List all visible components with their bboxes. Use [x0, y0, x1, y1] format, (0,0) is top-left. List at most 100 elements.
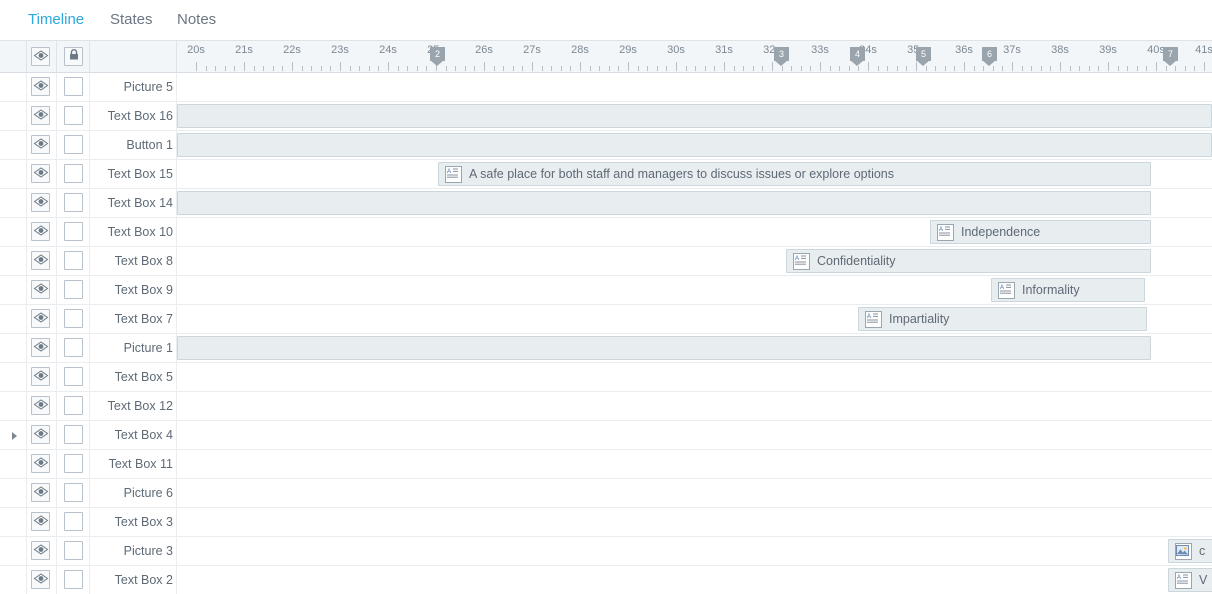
timeline-row[interactable]: Text Box 2AV [0, 566, 1212, 594]
row-lock-button[interactable] [64, 164, 83, 183]
row-track[interactable] [177, 363, 1212, 391]
timeline-row[interactable]: Text Box 5 [0, 363, 1212, 392]
timeline-row[interactable]: Text Box 8 A Confidentiality [0, 247, 1212, 276]
row-track[interactable]: A Confidentiality [177, 247, 1212, 275]
row-visibility-button[interactable] [31, 106, 50, 125]
row-visibility-button[interactable] [31, 164, 50, 183]
timeline-marker[interactable]: 7 [1163, 47, 1178, 66]
row-visibility-button[interactable] [31, 512, 50, 531]
row-visibility-button[interactable] [31, 570, 50, 589]
timeline-row[interactable]: Picture 3 c [0, 537, 1212, 566]
timeline-row[interactable]: Button 1 [0, 131, 1212, 160]
row-visibility-button[interactable] [31, 77, 50, 96]
ruler-label: 38s [1051, 44, 1069, 56]
timeline-bar[interactable]: AV [1168, 568, 1212, 592]
timeline-bar[interactable]: A A safe place for both staff and manager… [438, 162, 1151, 186]
row-track[interactable] [177, 392, 1212, 420]
timeline-bar[interactable]: c [1168, 539, 1212, 563]
row-lock-button[interactable] [64, 280, 83, 299]
row-track[interactable] [177, 421, 1212, 449]
row-lock-button[interactable] [64, 483, 83, 502]
row-visibility-button[interactable] [31, 222, 50, 241]
timeline-row[interactable]: Text Box 9 A Informality [0, 276, 1212, 305]
row-lock-button[interactable] [64, 309, 83, 328]
timeline-row[interactable]: Picture 1 [0, 334, 1212, 363]
row-lock-button[interactable] [64, 77, 83, 96]
row-track[interactable] [177, 479, 1212, 507]
row-visibility-button[interactable] [31, 367, 50, 386]
time-ruler[interactable]: 20s21s22s23s24s25s26s27s28s29s30s31s32s3… [177, 41, 1212, 73]
row-visibility-button[interactable] [31, 483, 50, 502]
row-visibility-button[interactable] [31, 425, 50, 444]
tab-states[interactable]: States [110, 0, 153, 40]
row-lock-button[interactable] [64, 222, 83, 241]
row-track[interactable]: A Impartiality [177, 305, 1212, 333]
row-track[interactable] [177, 131, 1212, 159]
row-lock-button[interactable] [64, 570, 83, 589]
row-track[interactable] [177, 73, 1212, 101]
tab-notes[interactable]: Notes [177, 0, 216, 40]
row-visibility-button[interactable] [31, 280, 50, 299]
row-lock-button[interactable] [64, 193, 83, 212]
row-lock-button[interactable] [64, 512, 83, 531]
row-visibility-button[interactable] [31, 541, 50, 560]
tab-timeline[interactable]: Timeline [28, 0, 84, 40]
ruler-label: 41s [1195, 44, 1212, 56]
timeline-row[interactable]: Picture 6 [0, 479, 1212, 508]
row-track[interactable] [177, 508, 1212, 536]
row-lock-button[interactable] [64, 135, 83, 154]
timeline-row[interactable]: Text Box 16 [0, 102, 1212, 131]
row-lock-button[interactable] [64, 106, 83, 125]
row-track[interactable] [177, 189, 1212, 217]
row-track[interactable]: A Informality [177, 276, 1212, 304]
timeline-row[interactable]: Text Box 7 A Impartiality [0, 305, 1212, 334]
toggle-all-lock-button[interactable] [64, 47, 83, 66]
row-visibility-button[interactable] [31, 193, 50, 212]
timeline-marker[interactable]: 4 [850, 47, 865, 66]
chevron-right-icon[interactable] [12, 432, 17, 440]
row-expand-cell [0, 392, 27, 420]
row-track[interactable] [177, 334, 1212, 362]
row-lock-button[interactable] [64, 454, 83, 473]
timeline-marker[interactable]: 5 [916, 47, 931, 66]
timeline-row[interactable]: Text Box 12 [0, 392, 1212, 421]
timeline-bar[interactable]: A Confidentiality [786, 249, 1151, 273]
timeline-bar[interactable] [177, 336, 1151, 360]
row-track[interactable]: A Independence [177, 218, 1212, 246]
row-visibility-button[interactable] [31, 309, 50, 328]
row-lock-button[interactable] [64, 367, 83, 386]
row-lock-button[interactable] [64, 396, 83, 415]
row-visibility-button[interactable] [31, 251, 50, 270]
row-visibility-button[interactable] [31, 135, 50, 154]
row-track[interactable]: A A safe place for both staff and manager… [177, 160, 1212, 188]
toggle-all-visibility-button[interactable] [31, 47, 50, 66]
timeline-bar[interactable] [177, 104, 1212, 128]
timeline-row[interactable]: Text Box 4 [0, 421, 1212, 450]
timeline-marker[interactable]: 3 [774, 47, 789, 66]
timeline-bar[interactable]: A Independence [930, 220, 1151, 244]
row-lock-button[interactable] [64, 251, 83, 270]
row-visibility-button[interactable] [31, 454, 50, 473]
timeline-row[interactable]: Text Box 3 [0, 508, 1212, 537]
row-visibility-button[interactable] [31, 396, 50, 415]
timeline-marker[interactable]: 6 [982, 47, 997, 66]
row-lock-button[interactable] [64, 425, 83, 444]
timeline-bar[interactable]: A Impartiality [858, 307, 1147, 331]
row-track[interactable] [177, 102, 1212, 130]
row-expand-cell[interactable] [0, 421, 27, 449]
timeline-row[interactable]: Text Box 15 A A safe place for both staff … [0, 160, 1212, 189]
row-track[interactable]: c [177, 537, 1212, 565]
row-track[interactable]: AV [177, 566, 1212, 594]
timeline-row[interactable]: Picture 5 [0, 73, 1212, 102]
timeline-row[interactable]: Text Box 14 [0, 189, 1212, 218]
timeline-bar[interactable]: A Informality [991, 278, 1145, 302]
row-visibility-button[interactable] [31, 338, 50, 357]
timeline-marker[interactable]: 2 [430, 47, 445, 66]
row-lock-button[interactable] [64, 541, 83, 560]
row-track[interactable] [177, 450, 1212, 478]
timeline-row[interactable]: Text Box 11 [0, 450, 1212, 479]
row-lock-button[interactable] [64, 338, 83, 357]
timeline-bar[interactable] [177, 191, 1151, 215]
timeline-bar[interactable] [177, 133, 1212, 157]
timeline-row[interactable]: Text Box 10 A Independence [0, 218, 1212, 247]
